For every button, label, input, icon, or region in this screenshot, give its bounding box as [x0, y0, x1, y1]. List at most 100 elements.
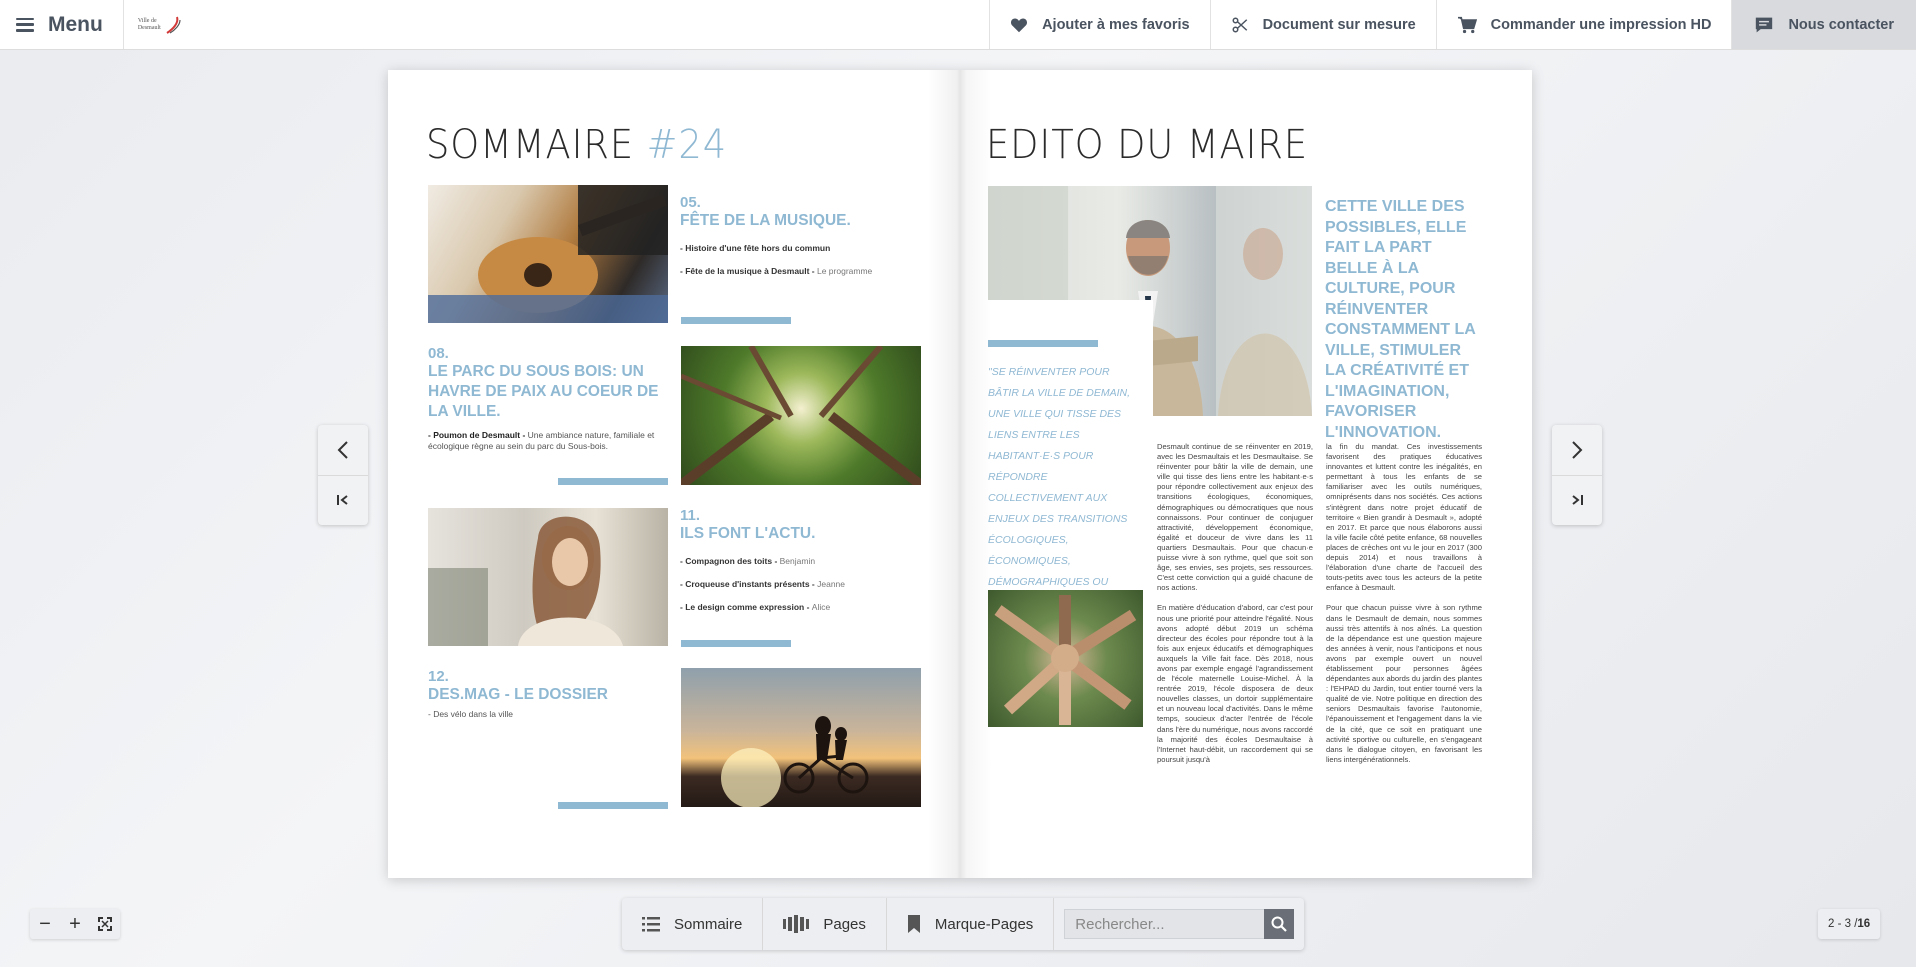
bike-sunset-photo [681, 668, 921, 807]
bookmarks-label: Marque-Pages [934, 915, 1034, 933]
pages-button[interactable]: Pages [763, 898, 887, 950]
cart-icon [1457, 16, 1477, 33]
logo-line1: Ville de [137, 17, 157, 24]
list-icon [642, 917, 660, 932]
edito-paragraph: En matière d'éducation d'abord, car c'es… [1157, 603, 1313, 764]
edito-column-1: Desmault continue de se réinventer en 20… [1157, 442, 1313, 765]
edito-column-2: la fin du mandat. Ces investissements fa… [1326, 442, 1482, 765]
next-page-button[interactable] [1552, 425, 1602, 475]
bottom-toolbar: Sommaire Pages Marque-Pages [622, 898, 1305, 950]
search-button[interactable] [1264, 909, 1295, 939]
logo-text: Ville de Desmault [138, 18, 161, 32]
logo-swoosh-icon [166, 16, 181, 34]
last-page-button[interactable] [1552, 474, 1602, 526]
pages-label: Pages [823, 915, 866, 933]
section-12[interactable]: 12. DES.MAG - LE DOSSIER - Des vélo dans… [428, 668, 668, 720]
section-title: ILS FONT L'ACTU. [680, 525, 816, 542]
section-title: LE PARC DU SOUS BOIS: UN HAVRE DE PAIX A… [428, 363, 659, 420]
left-page-nav [318, 425, 368, 525]
section-item-light: Benjamin [779, 556, 816, 566]
city-logo[interactable]: Ville de Desmault [124, 0, 197, 49]
section-divider [558, 478, 668, 485]
edito-divider [988, 340, 1098, 347]
zoom-out-button[interactable]: − [30, 909, 60, 939]
fullscreen-button[interactable] [90, 909, 120, 939]
hands-illustration [994, 595, 1137, 725]
forest-photo [681, 346, 921, 485]
bookmark-icon [907, 915, 920, 933]
skip-last-icon [1572, 495, 1583, 506]
previous-page-button[interactable] [318, 425, 368, 475]
hands-photo [988, 590, 1143, 727]
chat-icon [1756, 17, 1773, 32]
section-description: - Poumon de Desmault - Une ambiance natu… [428, 430, 668, 452]
section-item-bold: - Fête de la musique à Desmault - [680, 266, 817, 276]
section-desc-bold: - Poumon de Desmault - [428, 430, 528, 440]
sommaire-title: SOMMAIRE #24 [426, 122, 727, 168]
section-title: FÊTE DE LA MUSIQUE. [680, 212, 851, 229]
section-item: - Le design comme expression - Alice [680, 602, 920, 613]
section-05[interactable]: 05. FÊTE DE LA MUSIQUE. - Histoire d'une… [680, 194, 920, 277]
section-desc-text: - Des vélo dans la ville [428, 709, 514, 719]
section-number: 12. [428, 668, 449, 685]
menu-button[interactable]: Menu [0, 0, 124, 49]
section-item-light: Jeanne [817, 579, 845, 589]
section-item-bold: - Le design comme expression - [680, 602, 812, 612]
top-bar: Menu Ville de Desmault Ajouter à mes fav… [0, 0, 1916, 50]
sommaire-title-text: SOMMAIRE [426, 122, 647, 168]
page-right[interactable]: EDITO DU MAIRE CETTE VILLE DES POSSIBLES… [960, 70, 1532, 878]
bike-silhouette [721, 716, 869, 807]
section-item: - Histoire d'une fête hors du commun [680, 243, 920, 254]
chevron-right-icon [1572, 441, 1583, 459]
pages-icon [783, 915, 810, 933]
section-item-light: Le programme [816, 266, 873, 276]
contact-button[interactable]: Nous contacter [1731, 0, 1916, 49]
zoom-controls: − + [30, 909, 120, 939]
page-total: 16 [1857, 918, 1871, 930]
guitar-illustration [428, 185, 668, 323]
skip-first-icon [337, 495, 348, 506]
order-print-label: Commander une impression HD [1490, 16, 1712, 33]
section-item-bold: - Histoire d'une fête hors du commun [680, 243, 831, 253]
first-page-button[interactable] [318, 474, 368, 526]
sommaire-button[interactable]: Sommaire [622, 898, 764, 950]
page-left[interactable]: SOMMAIRE #24 05. FÊTE DE LA MUSIQUE. - H… [388, 70, 960, 878]
sommaire-label: Sommaire [674, 915, 743, 933]
zoom-in-button[interactable]: + [60, 909, 90, 939]
magazine-spread: SOMMAIRE #24 05. FÊTE DE LA MUSIQUE. - H… [388, 70, 1532, 878]
edito-paragraph: Pour que chacun puisse vivre à son rythm… [1326, 603, 1482, 764]
section-title: DES.MAG - LE DOSSIER [428, 686, 608, 703]
fullscreen-icon [98, 917, 112, 931]
section-11[interactable]: 11. ILS FONT L'ACTU. - Compagnon des toi… [680, 507, 920, 613]
guitar-photo [428, 185, 668, 323]
tree-trunks [681, 346, 921, 485]
woman-photo [428, 508, 668, 646]
edito-highlight-quote: CETTE VILLE DES POSSIBLES, ELLE FAIT LA … [1325, 198, 1476, 441]
section-number: 11. [680, 507, 701, 524]
section-item-light: Alice [811, 602, 831, 612]
section-08[interactable]: 08. LE PARC DU SOUS BOIS: UN HAVRE DE PA… [428, 345, 668, 452]
heart-icon [1011, 17, 1028, 32]
custom-document-button[interactable]: Document sur mesure [1209, 0, 1436, 49]
search-icon [1271, 916, 1288, 932]
menu-label: Menu [48, 12, 103, 36]
edito-title: EDITO DU MAIRE [986, 122, 1309, 168]
scissors-icon [1232, 17, 1247, 32]
add-favorites-label: Ajouter à mes favoris [1042, 16, 1190, 33]
section-divider [681, 317, 791, 324]
woman-silhouette [428, 516, 623, 646]
page-current: 2 - 3 / [1828, 918, 1858, 930]
search-input[interactable] [1064, 909, 1265, 939]
add-favorites-button[interactable]: Ajouter à mes favoris [989, 0, 1209, 49]
page-indicator: 2 - 3 / 16 [1818, 909, 1881, 939]
bookmarks-button[interactable]: Marque-Pages [887, 898, 1055, 950]
sommaire-issue-number: #24 [646, 122, 728, 168]
section-number: 05. [680, 194, 701, 211]
section-item-bold: - Compagnon des toits - [680, 556, 780, 566]
contact-label: Nous contacter [1788, 16, 1894, 33]
logo-line2: Desmault [137, 24, 161, 31]
edito-paragraph: Desmault continue de se réinventer en 20… [1157, 442, 1313, 593]
hamburger-icon [16, 17, 34, 32]
section-description: - Des vélo dans la ville [428, 709, 668, 720]
order-print-button[interactable]: Commander une impression HD [1435, 0, 1732, 49]
